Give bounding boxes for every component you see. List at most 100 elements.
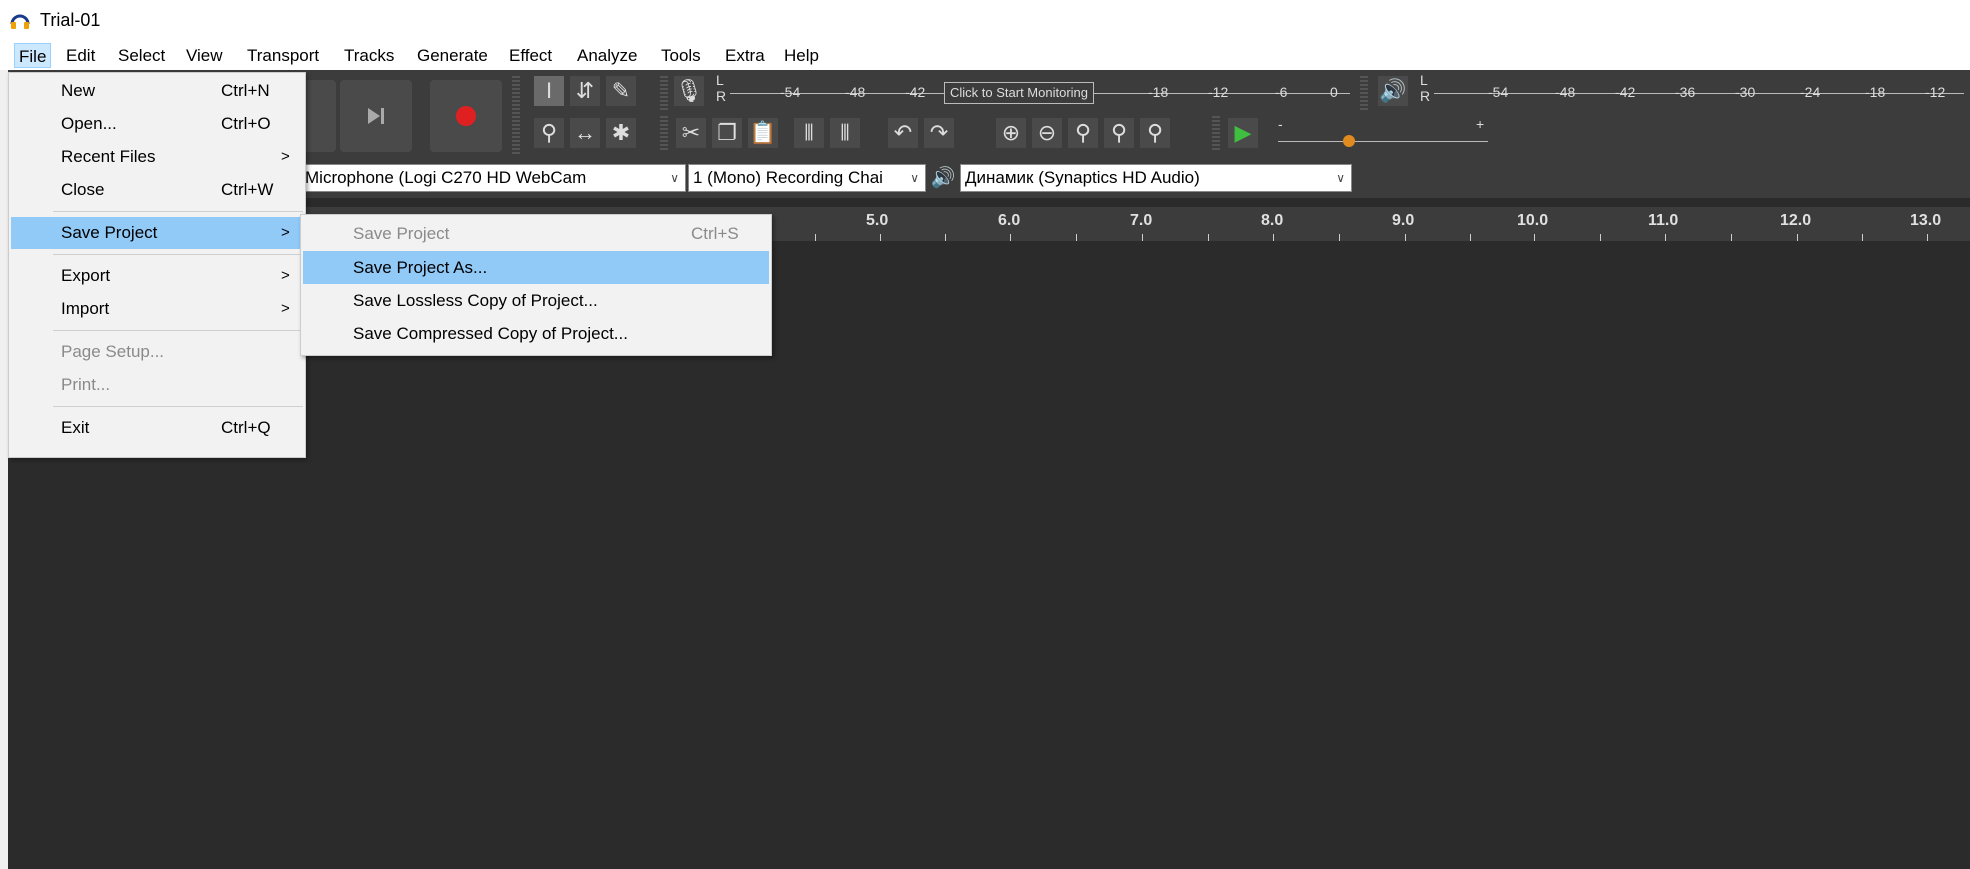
toolbar-grip[interactable] (512, 76, 520, 156)
playback-meter-tick: -12 (1925, 84, 1946, 100)
menu-item-exit[interactable]: Exit Ctrl+Q (11, 412, 303, 444)
ruler-tick (1862, 234, 1863, 241)
ruler-tick (1405, 234, 1406, 241)
shortcut-label: Ctrl+S (691, 224, 739, 243)
playback-device-select[interactable]: Динамик (Synaptics HD Audio) ∨ (960, 164, 1352, 192)
play-at-speed-icon[interactable]: ▶ (1228, 118, 1258, 148)
multi-tool-icon[interactable]: ✱ (606, 118, 636, 148)
zoom-out-icon[interactable]: ⊖ (1032, 118, 1062, 148)
envelope-tool-icon[interactable]: ⇵ (570, 76, 600, 106)
zoom-toggle-icon[interactable]: ⚲ (1140, 118, 1170, 148)
ruler-tick (1665, 234, 1666, 241)
menu-item-save-project-as[interactable]: Save Project As... (303, 251, 769, 284)
toolbar-grip[interactable] (1360, 76, 1368, 112)
menu-help[interactable]: Help (780, 43, 823, 68)
menu-tracks[interactable]: Tracks (340, 43, 398, 68)
chevron-right-icon: > (281, 300, 290, 317)
menu-item-page-setup[interactable]: Page Setup... (11, 336, 303, 368)
menu-select[interactable]: Select (114, 43, 169, 68)
fit-selection-icon[interactable]: ⚲ (1068, 118, 1098, 148)
record-meter-tick: -42 (905, 84, 926, 100)
ruler-tick (1534, 234, 1535, 241)
menu-item-print[interactable]: Print... (11, 369, 303, 401)
menu-tools[interactable]: Tools (657, 43, 705, 68)
menu-transport[interactable]: Transport (243, 43, 323, 68)
ruler-tick (1797, 234, 1798, 241)
menu-item-recent-files[interactable]: Recent Files > (11, 141, 303, 173)
playback-meter-tick: -18 (1865, 84, 1886, 100)
playback-meter-tick: -54 (1488, 84, 1509, 100)
menu-separator (53, 330, 303, 331)
speed-slider-thumb[interactable] (1343, 135, 1355, 147)
shortcut-label: Ctrl+Q (221, 418, 271, 437)
menu-file[interactable]: File (14, 43, 52, 68)
menu-separator (53, 406, 303, 407)
ruler-label: 6.0 (998, 212, 1021, 229)
playback-meter-tick: -30 (1735, 84, 1756, 100)
selection-tool-icon[interactable]: I (534, 76, 564, 106)
recording-device-select[interactable]: Microphone (Logi C270 HD WebCam ∨ (300, 164, 686, 192)
silence-icon[interactable]: ⦀ (830, 118, 860, 148)
recording-device-value: Microphone (Logi C270 HD WebCam (305, 168, 587, 187)
ruler-tick (1010, 234, 1011, 241)
ruler-label: 8.0 (1261, 212, 1284, 229)
menu-item-open[interactable]: Open... Ctrl+O (11, 108, 303, 140)
undo-icon[interactable]: ↶ (888, 118, 918, 148)
toolbar-grip[interactable] (660, 76, 668, 112)
ruler-label: 9.0 (1392, 212, 1415, 229)
chevron-down-icon: ∨ (1336, 171, 1345, 185)
menu-item-save-project[interactable]: Save Project Ctrl+S (303, 217, 769, 250)
menu-separator (53, 254, 303, 255)
menu-item-save-compressed-copy[interactable]: Save Compressed Copy of Project... (303, 317, 769, 350)
microphone-icon[interactable]: 🎙 (674, 76, 704, 106)
fit-project-icon[interactable]: ⚲ (1104, 118, 1134, 148)
ruler-label: 5.0 (866, 212, 889, 229)
zoom-in-icon[interactable]: ⊕ (996, 118, 1026, 148)
paste-icon[interactable]: 📋 (748, 118, 778, 148)
speaker-icon[interactable]: 🔊 (1378, 76, 1408, 106)
menu-item-export[interactable]: Export > (11, 260, 303, 292)
shortcut-label: Ctrl+N (221, 81, 270, 100)
copy-icon[interactable]: ❐ (712, 118, 742, 148)
menu-item-import[interactable]: Import > (11, 293, 303, 325)
record-meter-tick: -12 (1208, 84, 1229, 100)
meter-channel-l: L (1420, 72, 1428, 88)
record-icon (456, 106, 476, 126)
zoom-tool-icon[interactable]: ⚲ (534, 118, 564, 148)
redo-icon[interactable]: ↷ (924, 118, 954, 148)
meter-channel-r: R (1420, 88, 1431, 104)
shortcut-label: Ctrl+O (221, 114, 271, 133)
menu-item-close[interactable]: Close Ctrl+W (11, 174, 303, 206)
timeshift-tool-icon[interactable]: ↔ (570, 118, 600, 148)
menu-edit[interactable]: Edit (62, 43, 99, 68)
speed-plus-label: + (1476, 116, 1485, 132)
menu-generate[interactable]: Generate (413, 43, 492, 68)
menu-item-new[interactable]: New Ctrl+N (11, 75, 303, 107)
toolbar-grip[interactable] (660, 116, 668, 152)
speed-slider-track[interactable] (1278, 141, 1488, 142)
record-button[interactable] (430, 80, 502, 152)
toolbar-grip[interactable] (1212, 116, 1220, 152)
recording-channels-select[interactable]: 1 (Mono) Recording Chai ∨ (688, 164, 926, 192)
trim-icon[interactable]: ⦀ (794, 118, 824, 148)
ruler-label: 11.0 (1648, 212, 1679, 229)
start-monitoring-button[interactable]: Click to Start Monitoring (944, 82, 1094, 104)
playback-device-value: Динамик (Synaptics HD Audio) (965, 168, 1200, 187)
file-menu-dropdown: New Ctrl+N Open... Ctrl+O Recent Files >… (8, 72, 306, 458)
menu-extra[interactable]: Extra (721, 43, 769, 68)
record-meter-tick: 0 (1330, 84, 1338, 100)
menu-item-save-lossless-copy[interactable]: Save Lossless Copy of Project... (303, 284, 769, 317)
save-project-submenu: Save Project Ctrl+S Save Project As... S… (300, 214, 772, 356)
record-meter-tick: -6 (1275, 84, 1288, 100)
cut-icon[interactable]: ✂ (676, 118, 706, 148)
ruler-tick (1470, 234, 1471, 241)
skip-end-button[interactable] (340, 80, 412, 152)
menu-view[interactable]: View (182, 43, 227, 68)
window-title: Trial-01 (40, 10, 101, 30)
menu-analyze[interactable]: Analyze (573, 43, 641, 68)
menu-item-save-project[interactable]: Save Project > (11, 217, 303, 249)
ruler-tick (945, 234, 946, 241)
draw-tool-icon[interactable]: ✎ (606, 76, 636, 106)
menu-effect[interactable]: Effect (505, 43, 556, 68)
menu-bar: File Edit Select View Transport Tracks G… (0, 40, 1970, 70)
